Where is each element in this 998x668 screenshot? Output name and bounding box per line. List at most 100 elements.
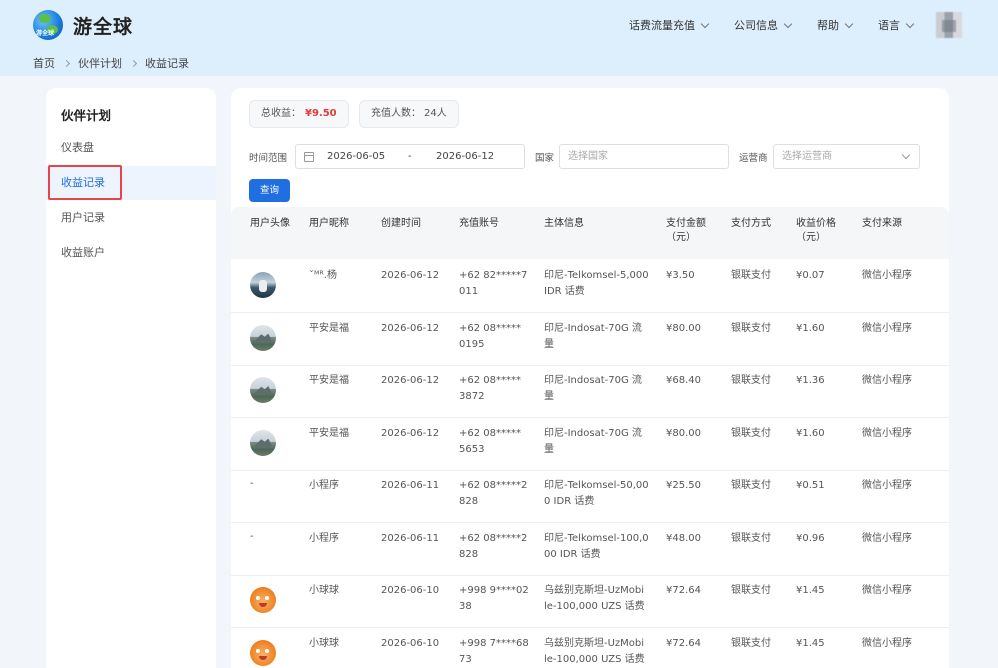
total-earnings-label: 总收益： xyxy=(261,108,301,119)
user-avatar-image xyxy=(250,639,276,666)
table-row[interactable]: 小球球 2026-06-10 +998 7****68 73 乌兹别克斯坦-UzMob… xyxy=(231,628,949,668)
cell-nickname: 小球球 xyxy=(309,637,339,649)
cell-earnings: ¥0.51 xyxy=(796,480,825,491)
cell-avatar-empty: - xyxy=(250,478,254,489)
cell-account: +998 9****02 38 xyxy=(459,585,529,612)
cell-created: 2026-06-10 xyxy=(381,637,440,649)
date-range-label: 时间范围 xyxy=(249,153,288,164)
cell-nickname: 小程序 xyxy=(309,532,339,544)
user-avatar-image xyxy=(250,272,276,298)
table-header: 用户头像 用户昵称 创建时间 充值账号 主体信息 支付金额 （元） 支付方式 收… xyxy=(231,207,949,259)
chevron-down-icon xyxy=(783,19,793,28)
cell-created: 2026-06-12 xyxy=(381,270,440,281)
col-source: 支付来源 xyxy=(862,218,902,229)
user-avatar-image xyxy=(250,587,276,613)
breadcrumb-home[interactable]: 首页 xyxy=(33,55,55,71)
sidebar-title: 伙伴计划 xyxy=(61,108,112,123)
cell-source: 微信小程序 xyxy=(862,637,912,649)
cell-account: +62 82*****7 011 xyxy=(459,270,528,297)
cell-source: 微信小程序 xyxy=(862,585,912,596)
cell-amount: ¥68.40 xyxy=(666,375,701,386)
recharge-users-badge: 充值人数： 24人 xyxy=(359,100,459,128)
cell-info: 印尼-Indosat-70G 流 量 xyxy=(544,322,642,350)
cell-source: 微信小程序 xyxy=(862,322,912,334)
col-amount: 支付金额 （元） xyxy=(666,218,706,243)
breadcrumb-partner[interactable]: 伙伴计划 xyxy=(78,55,122,71)
nav-company[interactable]: 公司信息 xyxy=(734,17,793,33)
cell-info: 印尼-Telkomsel-5,000 IDR 话费 xyxy=(544,270,649,297)
user-avatar[interactable] xyxy=(936,12,962,38)
table-row[interactable]: 小球球 2026-06-10 +998 9****02 38 乌兹别克斯坦-UzMob… xyxy=(231,575,949,628)
cell-method: 银联支付 xyxy=(731,585,771,596)
cell-method: 银联支付 xyxy=(731,637,771,649)
table-row[interactable]: 平安是福 2026-06-12 +62 08***** 0195 印尼-Indosat… xyxy=(231,313,949,366)
date-end[interactable]: 2026-06-12 xyxy=(436,151,494,162)
date-start[interactable]: 2026-06-05 xyxy=(327,151,385,162)
chevron-down-icon xyxy=(901,150,911,160)
country-select[interactable]: 选择国家 xyxy=(559,144,729,169)
cell-earnings: ¥0.96 xyxy=(796,532,825,544)
table-row[interactable]: 平安是福 2026-06-12 +62 08***** 5653 印尼-Indosat… xyxy=(231,418,949,471)
nav-help[interactable]: 帮助 xyxy=(817,17,854,33)
sidebar-item-account[interactable]: 收益账户 xyxy=(46,236,216,270)
highlight-annotation xyxy=(48,165,122,200)
cell-info: 印尼-Indosat-70G 流 量 xyxy=(544,375,642,402)
cell-account: +62 08*****2 828 xyxy=(459,480,528,507)
table-row[interactable]: - 小程序 2026-06-11 +62 08*****2 828 印尼-Telkoms… xyxy=(231,523,949,576)
cell-account: +62 08***** 5653 xyxy=(459,427,522,455)
nav-recharge[interactable]: 话费流量充值 xyxy=(629,17,710,33)
col-method: 支付方式 xyxy=(731,218,771,229)
cell-nickname: 小程序 xyxy=(309,480,339,491)
cell-source: 微信小程序 xyxy=(862,270,912,281)
main-panel: 总收益： ¥9.50 充值人数： 24人 时间范围 2026-06-05 - 202… xyxy=(231,88,949,668)
date-separator: - xyxy=(408,151,412,162)
cell-created: 2026-06-12 xyxy=(381,375,440,386)
total-earnings-value: ¥9.50 xyxy=(305,108,337,119)
cell-method: 银联支付 xyxy=(731,532,771,544)
logo[interactable]: 游全球 游全球 xyxy=(33,10,133,40)
cell-info: 乌兹别克斯坦-UzMobi le-100,000 UZS 话费 xyxy=(544,585,645,612)
cell-amount: ¥80.00 xyxy=(666,427,701,439)
cell-method: 银联支付 xyxy=(731,270,771,281)
nav-label: 话费流量充值 xyxy=(629,19,695,32)
carrier-placeholder: 选择运营商 xyxy=(782,151,832,162)
nav-language[interactable]: 语言 xyxy=(878,17,915,33)
cell-nickname: 平安是福 xyxy=(309,375,349,386)
table-row[interactable]: ˇᴹᴿ.杨 2026-06-12 +62 82*****7 011 印尼-Telkom… xyxy=(231,260,949,313)
top-nav: 话费流量充值 公司信息 帮助 语言 xyxy=(603,17,915,33)
country-label: 国家 xyxy=(535,153,555,164)
cell-earnings: ¥0.07 xyxy=(796,270,825,281)
cell-avatar-empty: - xyxy=(250,530,254,542)
cell-info: 印尼-Telkomsel-50,00 0 IDR 话费 xyxy=(544,480,649,507)
cell-method: 银联支付 xyxy=(731,375,771,386)
nav-label: 公司信息 xyxy=(734,19,778,32)
query-button[interactable]: 查询 xyxy=(249,179,290,202)
carrier-label: 运营商 xyxy=(739,153,768,164)
cell-amount: ¥72.64 xyxy=(666,637,701,649)
table-row[interactable]: 平安是福 2026-06-12 +62 08***** 3872 印尼-Indosat… xyxy=(231,365,949,418)
cell-created: 2026-06-11 xyxy=(381,532,440,544)
cell-created: 2026-06-11 xyxy=(381,480,440,491)
cell-source: 微信小程序 xyxy=(862,532,912,544)
chevron-right-icon xyxy=(129,59,138,67)
cell-info: 印尼-Indosat-70G 流 量 xyxy=(544,427,642,455)
cell-created: 2026-06-12 xyxy=(381,322,440,334)
nav-label: 语言 xyxy=(878,19,900,32)
date-range-picker[interactable]: 2026-06-05 - 2026-06-12 xyxy=(295,144,525,169)
cell-account: +62 08*****2 828 xyxy=(459,532,528,560)
logo-tag: 游全球 xyxy=(36,30,55,37)
sidebar-item-users[interactable]: 用户记录 xyxy=(46,201,216,235)
col-avatar: 用户头像 xyxy=(250,218,290,229)
cell-account: +62 08***** 0195 xyxy=(459,322,522,350)
cell-method: 银联支付 xyxy=(731,322,771,334)
sidebar-item-dashboard[interactable]: 仪表盘 xyxy=(46,131,216,165)
cell-info: 乌兹别克斯坦-UzMobi le-100,000 UZS 话费 xyxy=(544,637,645,665)
app-title: 游全球 xyxy=(73,15,134,38)
recharge-users-value: 24人 xyxy=(424,108,447,119)
table-row[interactable]: - 小程序 2026-06-11 +62 08*****2 828 印尼-Telkoms… xyxy=(231,470,949,523)
cell-amount: ¥80.00 xyxy=(666,322,701,334)
breadcrumb-current: 收益记录 xyxy=(145,57,189,70)
globe-logo-icon: 游全球 xyxy=(33,10,63,40)
col-nickname: 用户昵称 xyxy=(309,218,349,229)
carrier-select[interactable]: 选择运营商 xyxy=(773,144,920,169)
